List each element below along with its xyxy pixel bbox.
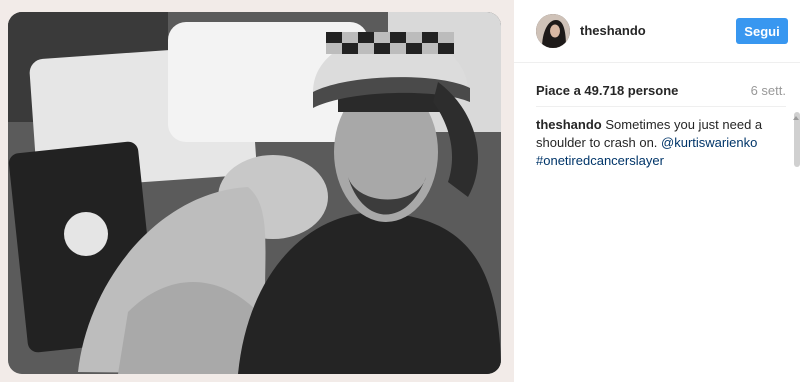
caption-username[interactable]: theshando [536,117,602,132]
photo-area [0,0,514,382]
likes-row: Piace a 49.718 persone 6 sett. [536,83,786,101]
hashtag-link[interactable]: #onetiredcancerslayer [536,153,664,168]
mention-link[interactable]: @kurtiswarienko [661,135,757,150]
avatar-image [536,14,570,48]
photo-illustration [8,12,501,374]
caption: theshando Sometimes you just need a shou… [536,116,786,170]
post-photo[interactable] [8,12,501,374]
username[interactable]: theshando [580,23,646,38]
scroll-up-arrow-icon[interactable] [793,116,799,120]
post-timestamp[interactable]: 6 sett. [751,83,786,98]
likes-count[interactable]: Piace a 49.718 persone [536,83,678,98]
divider [536,106,786,107]
post-header: theshando Segui [514,0,800,63]
scrollbar[interactable] [794,112,800,167]
follow-button[interactable]: Segui [736,18,788,44]
avatar[interactable] [536,14,570,48]
post-details-panel: theshando Segui Piace a 49.718 persone 6… [514,0,800,382]
